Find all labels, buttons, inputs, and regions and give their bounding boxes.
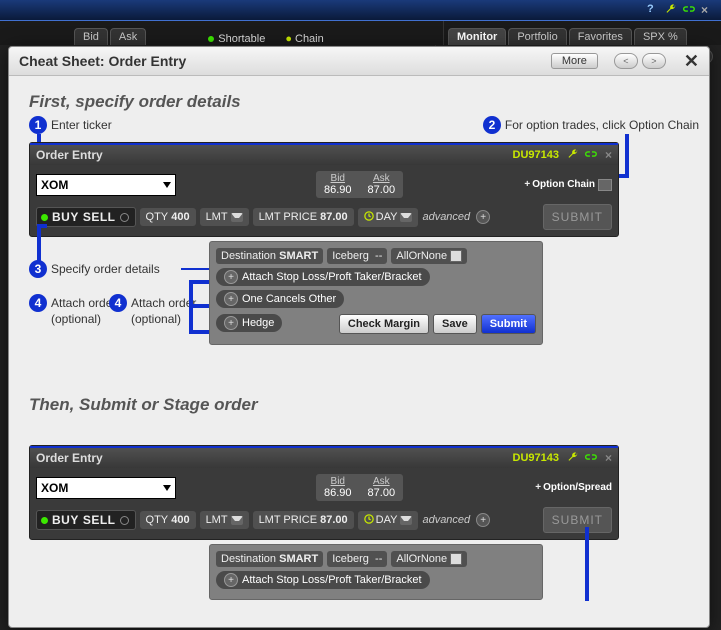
advanced-panel-2: Destination SMART Iceberg -- AllOrNone +… [209, 544, 543, 600]
tab-portfolio[interactable]: Portfolio [508, 28, 566, 45]
section-heading-2: Then, Submit or Stage order [29, 395, 689, 415]
close-button[interactable]: ✕ [684, 51, 699, 72]
attach-stop-loss-button[interactable]: +Attach Stop Loss/Proft Taker/Bracket [216, 571, 430, 589]
panel-close-icon[interactable]: × [605, 148, 612, 162]
destination-select[interactable]: Destination SMART [216, 248, 323, 264]
allornone-checkbox[interactable]: AllOrNone [391, 248, 467, 264]
oco-button[interactable]: +One Cancels Other [216, 290, 344, 308]
sell-radio-icon [120, 516, 129, 525]
qty-field[interactable]: QTY 400 [140, 511, 196, 529]
bid-ask-display: Bid86.90 Ask87.00 [316, 171, 403, 198]
tab-ask[interactable]: Ask [110, 28, 146, 45]
advanced-toggle[interactable]: advanced [422, 211, 470, 223]
section-heading-1: First, specify order details [29, 92, 689, 112]
account-number: DU97143 [513, 452, 559, 464]
step-2-label: For option trades, click Option Chain [505, 118, 699, 132]
sell-radio-icon [120, 213, 129, 222]
sheet-header: Cheat Sheet: Order Entry More < > ✕ [9, 47, 709, 76]
chain-link-icon[interactable] [585, 451, 599, 465]
order-type-select[interactable]: LMT [200, 208, 249, 226]
plus-icon[interactable]: + [476, 513, 490, 527]
destination-select[interactable]: Destination SMART [216, 551, 323, 567]
hedge-button[interactable]: +Hedge [216, 314, 282, 332]
help-icon[interactable]: ? [647, 3, 661, 17]
allornone-checkbox[interactable]: AllOrNone [391, 551, 467, 567]
dot-icon [208, 36, 214, 42]
qty-field[interactable]: QTY 400 [140, 208, 196, 226]
shortable-indicator: Shortable [208, 33, 265, 45]
buy-sell-toggle[interactable]: BUY SELL [36, 207, 136, 227]
prev-button[interactable]: < [614, 53, 638, 69]
chain-link-icon[interactable] [585, 148, 599, 162]
chain-link-icon[interactable] [683, 3, 697, 17]
buy-radio-icon [41, 517, 48, 524]
chain-toggle[interactable]: ●Chain [285, 33, 323, 45]
caret-down-icon [163, 182, 171, 188]
tab-spx[interactable]: SPX % [634, 28, 687, 45]
submit-button[interactable]: SUBMIT [543, 204, 612, 230]
tab-favorites[interactable]: Favorites [569, 28, 632, 45]
attach-stop-loss-button[interactable]: +Attach Stop Loss/Proft Taker/Bracket [216, 268, 430, 286]
submit-button[interactable]: SUBMIT [543, 507, 612, 533]
step-1-label: Enter ticker [51, 118, 112, 132]
next-button[interactable]: > [642, 53, 666, 69]
panel-close-icon[interactable]: × [605, 451, 612, 465]
caret-down-icon [163, 485, 171, 491]
cheat-sheet-window: Cheat Sheet: Order Entry More < > ✕ Firs… [8, 46, 710, 628]
wrench-icon[interactable] [567, 451, 581, 465]
panel-title: Order Entry [36, 148, 103, 162]
wrench-icon[interactable] [665, 3, 679, 17]
option-spread-button[interactable]: +Option/Spread [535, 482, 612, 493]
advanced-toggle[interactable]: advanced [422, 514, 470, 526]
order-entry-panel-2: Order Entry DU97143 × XOM [29, 445, 619, 540]
clock-icon [364, 514, 376, 527]
step-4-badge-dup: 4 [109, 294, 127, 312]
sheet-title: Cheat Sheet: Order Entry [19, 53, 186, 69]
close-icon[interactable]: × [701, 3, 715, 17]
adv-submit-button[interactable]: Submit [481, 314, 536, 334]
account-number: DU97143 [513, 149, 559, 161]
limit-price-field[interactable]: LMT PRICE 87.00 [253, 208, 354, 226]
window-top-bar: ? × [0, 0, 721, 21]
save-button[interactable]: Save [433, 314, 477, 334]
more-button[interactable]: More [551, 53, 598, 69]
step-4-label: Attach order [51, 296, 116, 310]
order-entry-panel: Order Entry DU97143 × XOM [29, 142, 619, 237]
option-chain-button[interactable]: +Option Chain [524, 179, 612, 191]
step-4-sublabel: (optional) [51, 312, 116, 326]
buy-sell-toggle[interactable]: BUY SELL [36, 510, 136, 530]
tab-monitor[interactable]: Monitor [448, 28, 506, 45]
iceberg-field[interactable]: Iceberg -- [327, 248, 387, 264]
step-2-badge: 2 [483, 116, 501, 134]
iceberg-field[interactable]: Iceberg -- [327, 551, 387, 567]
panel-title: Order Entry [36, 451, 103, 465]
bid-ask-display: Bid86.90 Ask87.00 [316, 474, 403, 501]
order-type-select[interactable]: LMT [200, 511, 249, 529]
limit-price-field[interactable]: LMT PRICE 87.00 [253, 511, 354, 529]
ticker-input[interactable]: XOM [36, 174, 176, 196]
wrench-icon[interactable] [567, 148, 581, 162]
plus-icon[interactable]: + [476, 210, 490, 224]
ticker-input[interactable]: XOM [36, 477, 176, 499]
step-4-badge: 4 [29, 294, 47, 312]
clock-icon [364, 211, 376, 224]
step-3-label: Specify order details [51, 262, 160, 276]
sheet-body[interactable]: First, specify order details 1 Enter tic… [9, 76, 709, 630]
advanced-panel: Destination SMART Iceberg -- AllOrNone +… [209, 241, 543, 345]
tif-select[interactable]: DAY [358, 208, 419, 227]
tab-bid[interactable]: Bid [74, 28, 108, 45]
buy-radio-icon [41, 214, 48, 221]
check-margin-button[interactable]: Check Margin [339, 314, 429, 334]
tif-select[interactable]: DAY [358, 511, 419, 530]
step-1-badge: 1 [29, 116, 47, 134]
